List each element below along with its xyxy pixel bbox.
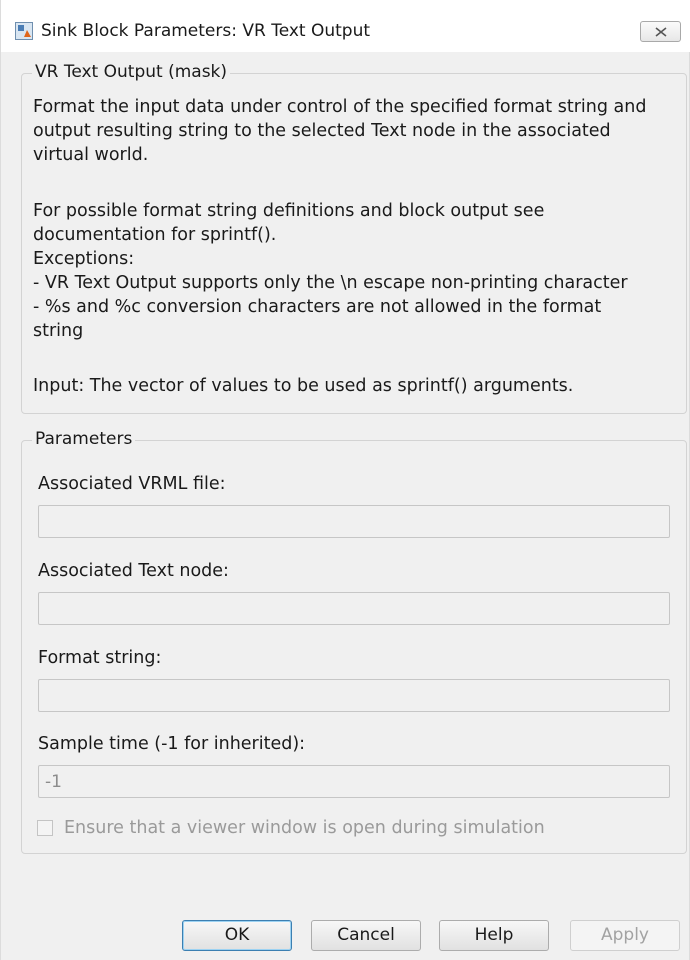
vrml-file-label: Associated VRML file: [38,474,226,494]
description-group-title: VR Text Output (mask) [32,62,231,82]
description-line: documentation for sprintf(). [33,225,277,245]
text-node-label: Associated Text node: [38,561,229,581]
window-title: Sink Block Parameters: VR Text Output [41,21,371,41]
vrml-file-input[interactable] [38,505,670,538]
cancel-button[interactable]: Cancel [311,920,421,951]
apply-button[interactable]: Apply [570,920,680,951]
sample-time-label: Sample time (-1 for inherited): [38,734,306,754]
parameters-group-title: Parameters [32,429,136,449]
text-node-input[interactable] [38,592,670,625]
description-line: - %s and %c conversion characters are no… [33,297,602,317]
description-line: Format the input data under control of t… [33,97,647,117]
viewer-window-checkbox-label: Ensure that a viewer window is open duri… [64,818,545,838]
close-icon [655,27,667,37]
format-string-label: Format string: [38,648,162,668]
viewer-window-checkbox[interactable] [37,820,53,836]
title-bar[interactable]: Sink Block Parameters: VR Text Output [1,0,690,52]
description-line: Exceptions: [33,249,135,269]
description-line: virtual world. [33,145,149,165]
sample-time-input[interactable] [38,765,670,798]
ok-button[interactable]: OK [182,920,292,951]
simulink-block-icon [15,22,33,40]
description-line: For possible format string definitions a… [33,201,545,221]
description-line: output resulting string to the selected … [33,121,611,141]
description-line: - VR Text Output supports only the \n es… [33,273,628,293]
dialog-window: Sink Block Parameters: VR Text Output VR… [0,0,690,960]
description-line: Input: The vector of values to be used a… [33,376,574,396]
help-button[interactable]: Help [439,920,549,951]
description-line: string [33,321,84,341]
close-button[interactable] [640,21,681,42]
format-string-input[interactable] [38,679,670,712]
